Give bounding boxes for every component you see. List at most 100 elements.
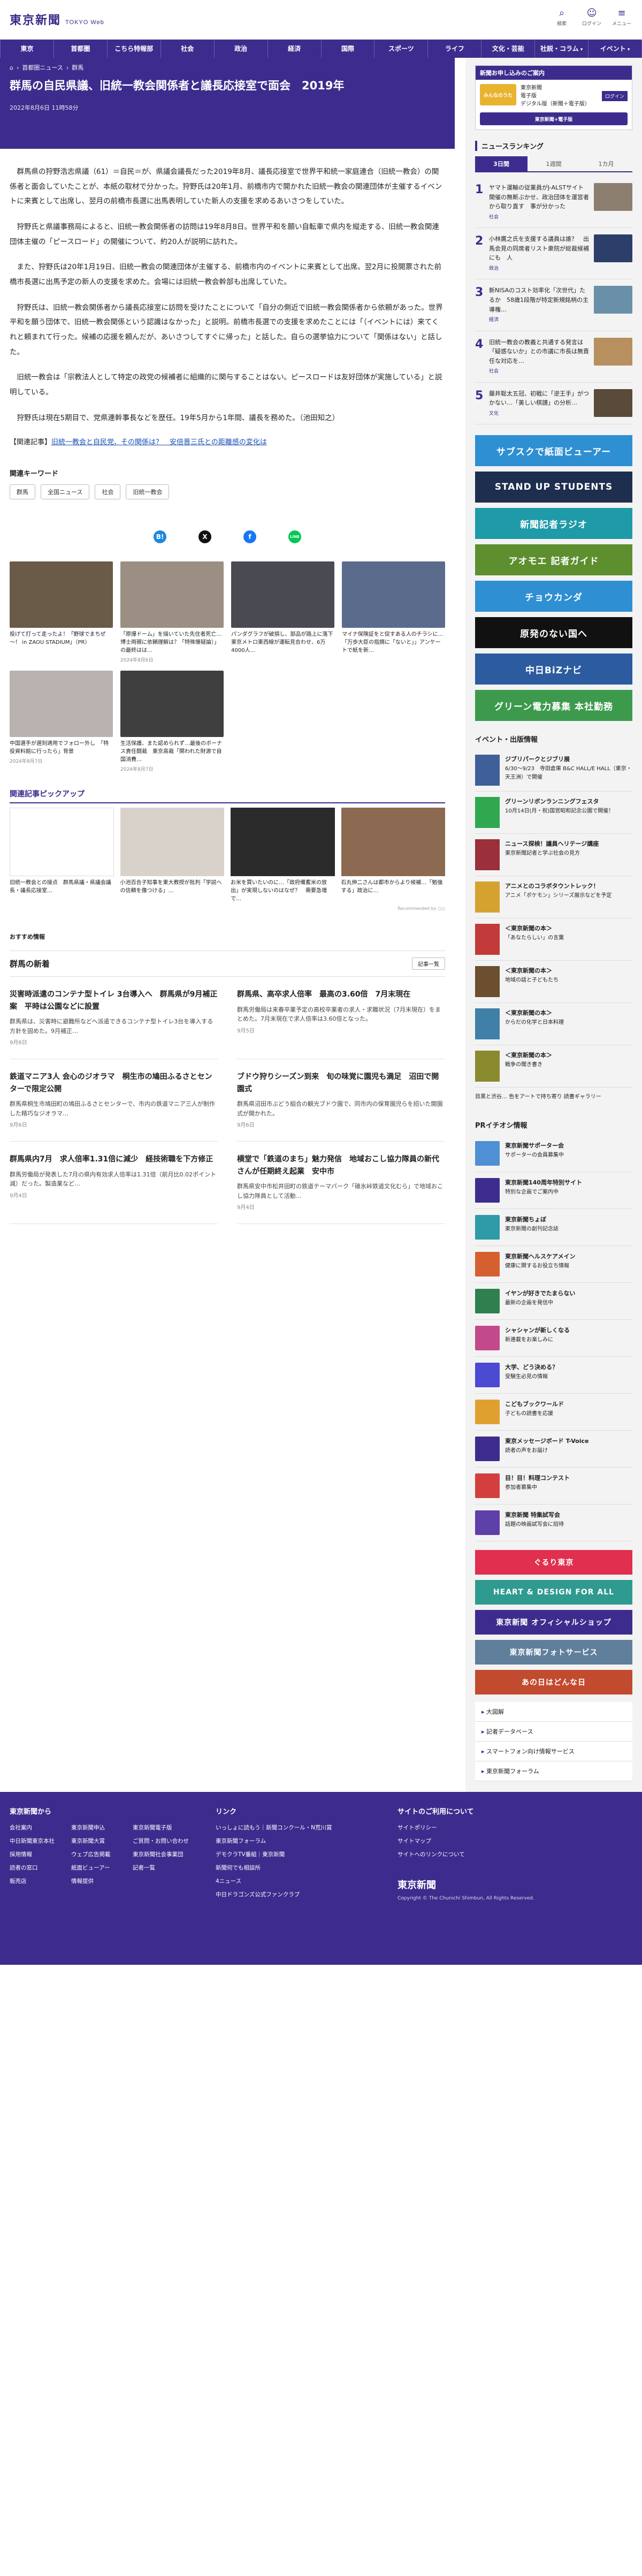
- footer-link[interactable]: 会社案内: [10, 1823, 71, 1832]
- local-news-item[interactable]: 群馬県、高卒求人倍率 最高の3.60倍 7月末現在 群馬労働局は来春卒業予定の高校…: [237, 977, 445, 1060]
- nav-item[interactable]: 政治: [215, 40, 268, 58]
- nav-item[interactable]: 経済: [268, 40, 322, 58]
- search-button[interactable]: ⌕ 検索: [551, 7, 572, 27]
- local-news-item[interactable]: 災害時派遣のコンテナ型トイレ 3台導入へ 群馬県が9月補正案 平時は公園などに設…: [10, 977, 218, 1060]
- ranking-item[interactable]: 5 藤井聡太五冠、初戦に「逆王手」がつかない…「美しい棋譜」の分析… 文化: [475, 383, 632, 425]
- breadcrumb-item[interactable]: 群馬: [72, 63, 83, 72]
- side-link[interactable]: 記者データベース: [475, 1722, 632, 1742]
- pr-item[interactable]: 東京メッセージボード T-Voice 読者の声をお届け: [475, 1431, 632, 1468]
- tab-1month[interactable]: 1カ月: [580, 156, 632, 171]
- footer-link[interactable]: 東京新聞フォーラム: [216, 1837, 376, 1845]
- menu-button[interactable]: ≡ メニュー: [611, 7, 632, 27]
- facebook-share-button[interactable]: f: [243, 530, 256, 544]
- keyword-tag[interactable]: 群馬: [10, 484, 35, 500]
- nav-item[interactable]: 東京: [0, 40, 54, 58]
- sidebar-banner[interactable]: HEART & DESIGN FOR ALL: [475, 1580, 632, 1605]
- footer-link[interactable]: 中日新聞東京本社: [10, 1837, 71, 1845]
- footer-link[interactable]: デモクラTV番組｜東京新聞: [216, 1850, 376, 1858]
- footer-link[interactable]: 新聞何でも相談所: [216, 1864, 376, 1872]
- footer-link[interactable]: ウェブ広告掲載: [71, 1850, 133, 1858]
- pr-item[interactable]: 大学、どう決める？ 受験生必見の情報: [475, 1357, 632, 1394]
- sidebar-banner[interactable]: アオモエ 記者ガイド: [475, 544, 632, 576]
- sidebar-banner[interactable]: STAND UP STUDENTS: [475, 472, 632, 503]
- keyword-tag[interactable]: 旧統一教会: [126, 484, 170, 500]
- pr-item[interactable]: 東京新聞 特集試写会 話題の映画試写会に招待: [475, 1504, 632, 1542]
- side-link[interactable]: 東京新聞フォーラム: [475, 1761, 632, 1782]
- pr-item[interactable]: シャシャンが新しくなる 新連載をお楽しみに: [475, 1320, 632, 1357]
- ranking-item[interactable]: 1 ヤマト運輸の従業員がJ-ALSTサイト 開催の無断ぶかせ、政治団体を運営者から…: [475, 177, 632, 229]
- pr-item[interactable]: こどもブックワールド 子どもの読書を応援: [475, 1394, 632, 1431]
- sidebar-banner[interactable]: チョウカンダ: [475, 581, 632, 612]
- footer-link[interactable]: サイトポリシー: [398, 1823, 534, 1832]
- footer-link[interactable]: 4ニュース: [216, 1877, 376, 1885]
- promo-login-button[interactable]: ログイン: [601, 91, 628, 101]
- event-item[interactable]: グリーンリボンランニングフェスタ 10月14日(月・祝)国営昭和記念公園で開催！: [475, 792, 632, 834]
- footer-link[interactable]: サイトへのリンクについて: [398, 1850, 534, 1858]
- footer-link[interactable]: 記者一覧: [133, 1864, 194, 1872]
- sidebar-banner[interactable]: 東京新聞 オフィシャルショップ: [475, 1610, 632, 1635]
- gallery-note[interactable]: 目黒と渋谷… 色をアートで持ち寄り 読書ギャラリー: [475, 1088, 632, 1107]
- event-item[interactable]: アニメとのコラボタウントレック！ アニメ「ポケモン」シリーズ展示などを予定: [475, 876, 632, 919]
- promo-line[interactable]: 電子版: [521, 92, 598, 100]
- promo-line[interactable]: デジタル版（新聞＋電子版）: [521, 100, 598, 108]
- pr-item[interactable]: 東京新聞ヘルスケアメイン 健康に関するお役立ち情報: [475, 1246, 632, 1283]
- footer-link[interactable]: 情報提供: [71, 1877, 133, 1885]
- pickup-card[interactable]: 小池百合子知事を東大教授が批判「学説への信頼を傷つける」…: [120, 808, 224, 903]
- photo-card[interactable]: 生活保護、また認められず…最後のボーナス責任闘裁 東京高裁「関われた財源で自国消…: [120, 671, 224, 772]
- line-share-button[interactable]: LINE: [288, 530, 301, 544]
- footer-link[interactable]: 読者の窓口: [10, 1864, 71, 1872]
- local-news-more-button[interactable]: 記事一覧: [412, 958, 445, 970]
- photo-card[interactable]: 「原爆ドーム」を描いていた先住者死亡…博士両親に依頼理解は？「特殊懐疑論）」の最…: [120, 561, 224, 663]
- photo-card[interactable]: 中国選手が遅刻適用でフォロー外し 「特役資料館に行ったら」背景 2024年8月7日: [10, 671, 113, 772]
- pickup-card[interactable]: 石丸伸二さんは都市からより候補…「勉強する」政治に…: [341, 808, 445, 903]
- footer-link[interactable]: 採用情報: [10, 1850, 71, 1858]
- side-link[interactable]: 大図解: [475, 1702, 632, 1722]
- nav-item[interactable]: イベント: [588, 40, 642, 58]
- related-article-link[interactable]: 旧統一教会と自民党、その関係は？ 安倍晋三氏との距離感の変化は: [51, 438, 267, 446]
- sidebar-banner[interactable]: 東京新聞フォトサービス: [475, 1640, 632, 1665]
- sidebar-banner[interactable]: サブスクで紙面ビューアー: [475, 435, 632, 467]
- nav-item[interactable]: 文化・芸能: [482, 40, 536, 58]
- pr-item[interactable]: 東京新聞サポーター会 サポーターの会員募集中: [475, 1135, 632, 1173]
- nav-item[interactable]: 国際: [322, 40, 375, 58]
- event-item[interactable]: ＜東京新聞の本＞ からだの化学と日本料理: [475, 1003, 632, 1046]
- side-link[interactable]: スマートフォン向け情報サービス: [475, 1742, 632, 1762]
- sidebar-banner[interactable]: 新聞記者ラジオ: [475, 508, 632, 539]
- pickup-card[interactable]: 旧統一教会との接点 群馬県議・県議会議長・議長応接室…: [10, 808, 114, 903]
- ranking-item[interactable]: 2 小林鷹之氏を支援する議員は誰？ 出馬会見の同席者リスト衆院が総裁候補にも 人政…: [475, 228, 632, 280]
- nav-item[interactable]: 社会: [161, 40, 215, 58]
- keyword-tag[interactable]: 社会: [95, 484, 121, 500]
- footer-link[interactable]: 販売店: [10, 1877, 71, 1885]
- site-logo[interactable]: 東京新聞 TOKYO Web: [10, 11, 104, 28]
- footer-link[interactable]: 東京新聞申込: [71, 1823, 133, 1832]
- pr-item[interactable]: 目！目！料理コンテスト 参加者募集中: [475, 1468, 632, 1505]
- pr-item[interactable]: イヤンが好きでたまらない 最新の企画を発信中: [475, 1283, 632, 1320]
- local-news-item[interactable]: ブドウ狩りシーズン到来 旬の味覚に園児も満足 沼田で開園式 群馬県沼田市ぶどう組合…: [237, 1059, 445, 1142]
- footer-link[interactable]: ご質問・お問い合わせ: [133, 1837, 194, 1845]
- nav-item[interactable]: ライフ: [428, 40, 482, 58]
- sidebar-banner[interactable]: グリーン電力募集 本社勤務: [475, 690, 632, 721]
- pickup-card[interactable]: お米を買いたいのに…「政府備蓄米の放出」が実現しないのはなぜ？ 需要急増で…: [231, 808, 335, 903]
- sidebar-banner[interactable]: あの日はどんな日: [475, 1670, 632, 1695]
- sidebar-banner[interactable]: 中日BiZナビ: [475, 654, 632, 685]
- footer-link[interactable]: 東京新聞大賞: [71, 1837, 133, 1845]
- photo-card[interactable]: 投げて打って走ったよ！「野球でまちぜ～！ in ZAOU STADIUM」（PR…: [10, 561, 113, 663]
- nav-item[interactable]: スポーツ: [374, 40, 429, 58]
- pr-item[interactable]: 東京新聞ちょぼ 東京新聞の創刊記念誌: [475, 1209, 632, 1247]
- sidebar-banner[interactable]: ぐるり東京: [475, 1550, 632, 1575]
- local-news-item[interactable]: 群馬県内7月 求人倍率1.31倍に減少 経技術職を下方修正 群馬労働局が発表した7…: [10, 1142, 218, 1225]
- x-share-button[interactable]: X: [198, 530, 211, 544]
- promo-line[interactable]: 東京新聞: [521, 84, 598, 92]
- event-item[interactable]: ジブリパークとジブリ展 6/30〜9/23 寺田倉庫 B&C HALL/E HAL…: [475, 749, 632, 792]
- nav-item[interactable]: 社説・コラム: [535, 40, 589, 58]
- hatena-share-button[interactable]: B!: [154, 530, 166, 544]
- footer-link[interactable]: サイトマップ: [398, 1837, 534, 1845]
- breadcrumb-item[interactable]: 首都圏ニュース: [22, 63, 63, 72]
- footer-link[interactable]: 中日ドラゴンズ公式ファンクラブ: [216, 1890, 376, 1898]
- photo-card[interactable]: パンダグラフが破損し、部品が路上に落下 東京メトロ東西線が運転見合わせ、6万40…: [231, 561, 339, 663]
- pr-item[interactable]: 東京新聞140周年特別サイト 特別な企画でご案内中: [475, 1172, 632, 1210]
- footer-link[interactable]: 東京新聞社会事業団: [133, 1850, 194, 1858]
- event-item[interactable]: ＜東京新聞の本＞ 戦争の聞き書き: [475, 1045, 632, 1088]
- home-icon[interactable]: ⌂: [10, 64, 13, 71]
- footer-logo[interactable]: 東京新聞: [398, 1878, 534, 1891]
